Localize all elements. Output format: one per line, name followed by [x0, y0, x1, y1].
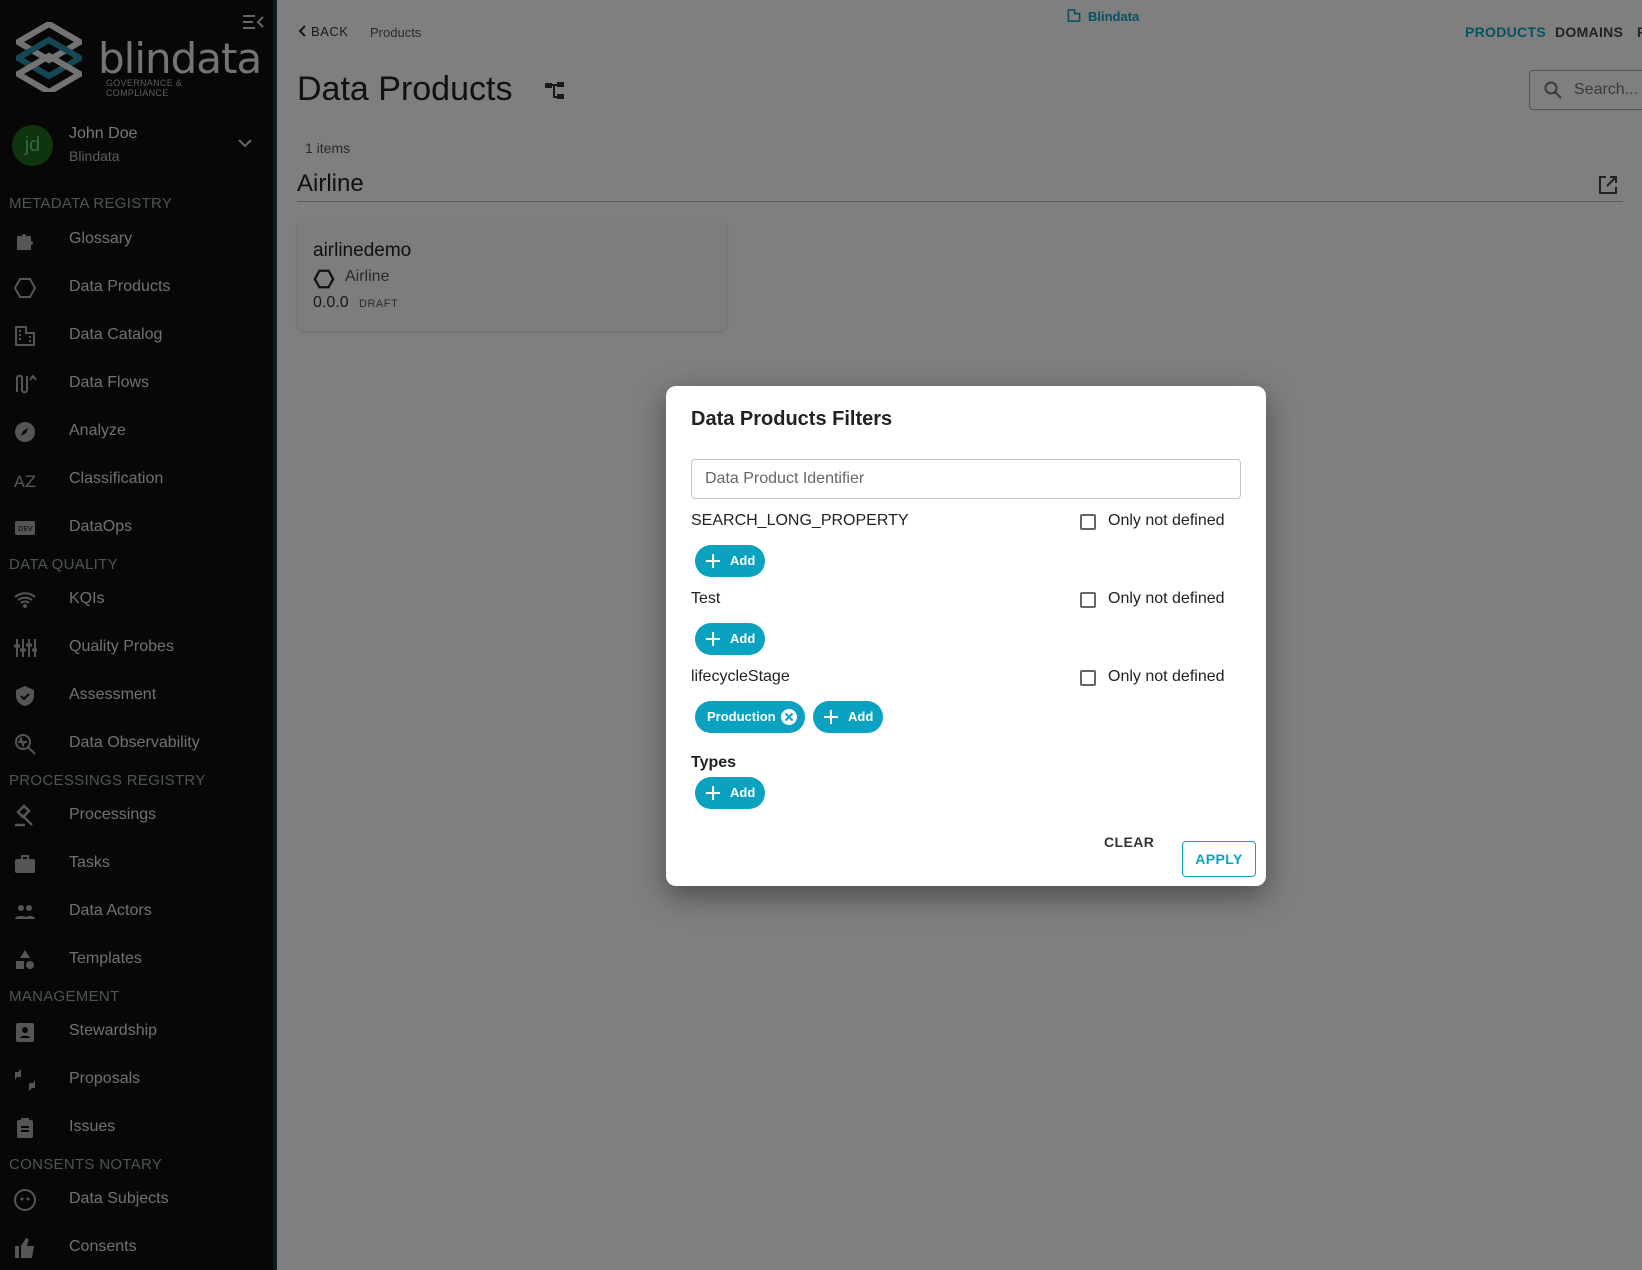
types-label: Types	[691, 754, 737, 771]
identifier-field[interactable]	[691, 459, 1241, 499]
plus-icon	[706, 632, 720, 646]
apply-button[interactable]: APPLY	[1182, 841, 1256, 877]
checkbox[interactable]	[1080, 592, 1096, 608]
checkbox-label: Only not defined	[1108, 590, 1225, 607]
filters-dialog: Data Products Filters SEARCH_LONG_PROPER…	[666, 386, 1266, 886]
plus-icon	[706, 786, 720, 800]
plus-icon	[706, 554, 720, 568]
dialog-title: Data Products Filters	[691, 408, 893, 430]
property-name: Test	[691, 590, 721, 607]
checkbox[interactable]	[1080, 514, 1096, 530]
add-button[interactable]: Add	[695, 623, 765, 655]
add-label: Add	[848, 709, 874, 724]
property-name: SEARCH_LONG_PROPERTY	[691, 512, 909, 529]
checkbox-label: Only not defined	[1108, 668, 1225, 685]
add-label: Add	[730, 785, 756, 800]
chip-label: Production	[707, 709, 776, 724]
clear-button[interactable]: CLEAR	[1104, 834, 1154, 850]
add-type-button[interactable]: Add	[695, 777, 765, 809]
property-name: lifecycleStage	[691, 668, 790, 685]
add-label: Add	[730, 553, 756, 568]
add-label: Add	[730, 631, 756, 646]
checkbox[interactable]	[1080, 670, 1096, 686]
close-icon[interactable]	[779, 707, 799, 727]
add-button[interactable]: Add	[813, 701, 883, 733]
plus-icon	[824, 710, 838, 724]
checkbox-label: Only not defined	[1108, 512, 1225, 529]
add-button[interactable]: Add	[695, 545, 765, 577]
filter-chip[interactable]: Production	[695, 701, 805, 733]
